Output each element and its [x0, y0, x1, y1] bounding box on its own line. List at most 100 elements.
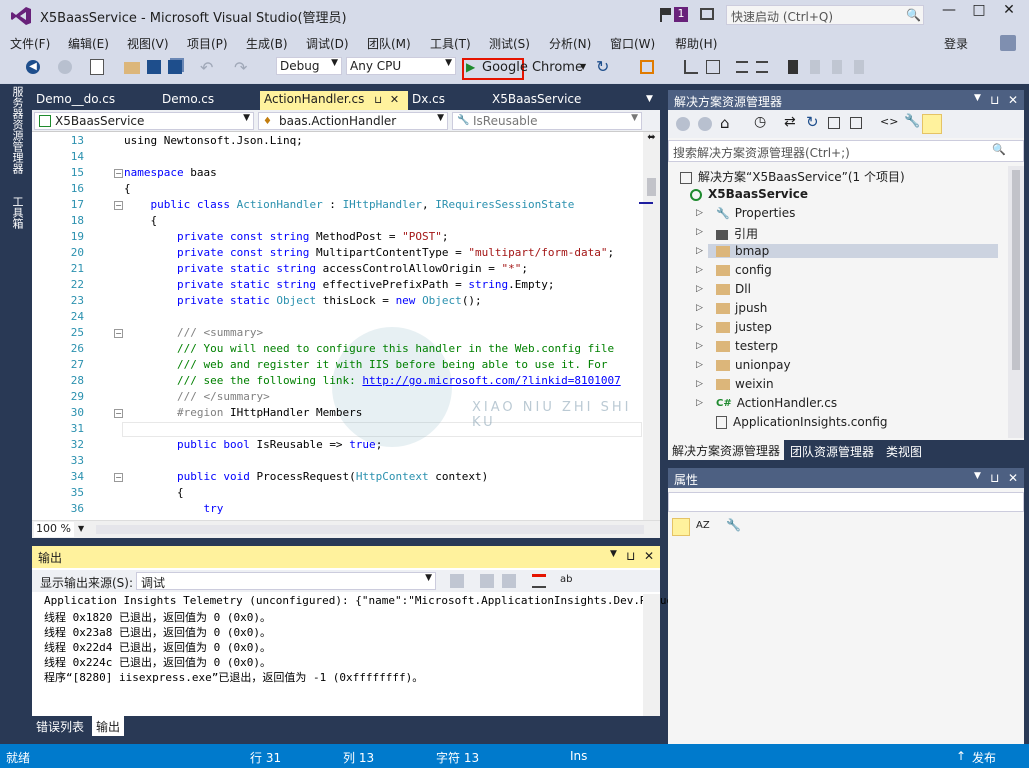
- code-view-icon[interactable]: <>: [880, 115, 898, 128]
- menu-file[interactable]: 文件(F): [10, 35, 50, 52]
- collapse-icon[interactable]: −: [114, 169, 123, 178]
- toolbox-tab[interactable]: 工具箱: [9, 196, 25, 229]
- tab-class-view[interactable]: 类视图: [886, 443, 922, 460]
- tree-item[interactable]: bmap: [708, 244, 998, 258]
- show-files-icon[interactable]: [850, 117, 862, 129]
- panel-menu-icon[interactable]: ▼: [974, 471, 981, 481]
- save-icon[interactable]: [147, 60, 161, 74]
- bookmark-icon[interactable]: [788, 60, 798, 74]
- close-icon[interactable]: ✕: [1008, 93, 1018, 107]
- pin-icon[interactable]: ⊔: [990, 93, 999, 107]
- next-message-icon[interactable]: [502, 574, 516, 588]
- search-icon[interactable]: 🔍: [906, 8, 921, 22]
- project-dropdown[interactable]: X5BaasService ▼: [34, 112, 254, 130]
- expand-arrow-icon[interactable]: ▷: [696, 341, 703, 351]
- prev-message-icon[interactable]: [480, 574, 494, 588]
- close-button[interactable]: ✕: [998, 2, 1020, 22]
- server-explorer-tab[interactable]: 服务器资源管理器: [9, 86, 25, 174]
- panel-menu-icon[interactable]: ▼: [974, 93, 981, 103]
- tree-item[interactable]: 🔧 Properties: [716, 206, 795, 220]
- tab-team-explorer[interactable]: 团队资源管理器: [790, 443, 874, 460]
- menu-build[interactable]: 生成(B): [246, 35, 288, 52]
- class-dropdown[interactable]: ♦ baas.ActionHandler ▼: [258, 112, 448, 130]
- step-icon[interactable]: [684, 60, 698, 74]
- tree-item[interactable]: jpush: [716, 301, 767, 315]
- menu-debug[interactable]: 调试(D): [306, 35, 349, 52]
- preview-icon[interactable]: [922, 114, 942, 134]
- publish-button[interactable]: 发布: [972, 749, 996, 766]
- pin-icon[interactable]: ⊔: [626, 549, 635, 563]
- tree-item[interactable]: testerp: [716, 339, 778, 353]
- properties-object-dropdown[interactable]: [668, 492, 1024, 512]
- publish-up-icon[interactable]: ↑: [956, 749, 966, 763]
- editor-vertical-scrollbar[interactable]: ⬌: [639, 132, 660, 520]
- quick-launch-input[interactable]: 快速启动 (Ctrl+Q): [726, 5, 924, 25]
- tab-actionhandler[interactable]: ActionHandler.cs ⊔ ✕: [260, 91, 408, 110]
- notification-flag-icon[interactable]: [660, 8, 672, 22]
- account-icon[interactable]: [1000, 35, 1016, 51]
- tree-project[interactable]: X5BaasService: [690, 187, 808, 201]
- tab-output[interactable]: 输出: [92, 716, 125, 736]
- word-wrap-icon[interactable]: ab: [560, 574, 572, 585]
- tree-solution-root[interactable]: 解决方案“X5BaasService”(1 个项目): [680, 168, 905, 185]
- menu-help[interactable]: 帮助(H): [675, 35, 717, 52]
- output-source-dropdown[interactable]: 调试 ▼: [136, 572, 436, 590]
- platform-dropdown[interactable]: Any CPU ▼: [346, 57, 456, 75]
- expand-arrow-icon[interactable]: ▷: [696, 284, 703, 294]
- menu-team[interactable]: 团队(M): [367, 35, 411, 52]
- split-icon[interactable]: ⬌: [643, 132, 660, 146]
- feedback-icon[interactable]: [700, 8, 714, 20]
- chevron-down-icon[interactable]: ▼: [580, 62, 586, 71]
- back-icon[interactable]: [676, 117, 690, 131]
- tree-item[interactable]: config: [716, 263, 772, 277]
- align-icon[interactable]: [706, 60, 720, 74]
- expand-arrow-icon[interactable]: ▷: [696, 360, 703, 370]
- notification-count[interactable]: 1: [674, 7, 688, 22]
- forward-icon[interactable]: [698, 117, 712, 131]
- tab-solution-explorer[interactable]: 解决方案资源管理器: [668, 440, 785, 460]
- history-icon[interactable]: ◷: [754, 114, 766, 130]
- clear-all-icon[interactable]: [532, 574, 546, 588]
- uncomment-icon[interactable]: [756, 61, 768, 73]
- chevron-down-icon[interactable]: ▼: [78, 524, 84, 533]
- tab-demo-do[interactable]: Demo__do.cs: [32, 91, 119, 110]
- expand-arrow-icon[interactable]: ▷: [696, 379, 703, 389]
- menu-window[interactable]: 窗口(W): [610, 35, 655, 52]
- horizontal-scrollbar[interactable]: [96, 525, 644, 534]
- scrollbar-thumb[interactable]: [647, 178, 656, 196]
- expand-arrow-icon[interactable]: ▷: [696, 246, 703, 256]
- properties-icon[interactable]: 🔧: [904, 114, 920, 129]
- undo-icon[interactable]: ↶: [200, 58, 213, 77]
- output-vertical-scrollbar[interactable]: [643, 594, 660, 716]
- bookmark-prev-icon[interactable]: [810, 60, 820, 74]
- tab-demo[interactable]: Demo.cs: [158, 91, 218, 110]
- run-target-label[interactable]: Google Chrome: [482, 60, 583, 75]
- close-icon[interactable]: ✕: [1008, 471, 1018, 485]
- menu-view[interactable]: 视图(V): [127, 35, 169, 52]
- search-icon[interactable]: 🔍: [992, 143, 1006, 156]
- tree-item[interactable]: C# ActionHandler.cs: [716, 396, 837, 410]
- pin-icon[interactable]: ⊔: [374, 95, 382, 106]
- pin-icon[interactable]: ⊔: [990, 471, 999, 485]
- categorized-icon[interactable]: [672, 518, 690, 536]
- bookmark-clear-icon[interactable]: [854, 60, 864, 74]
- browser-link-icon[interactable]: [640, 60, 654, 74]
- alphabetical-icon[interactable]: AZ: [696, 520, 710, 531]
- save-all-icon[interactable]: [168, 60, 182, 74]
- expand-arrow-icon[interactable]: ▷: [696, 227, 703, 237]
- panel-menu-icon[interactable]: ▼: [610, 549, 617, 559]
- expand-arrow-icon[interactable]: ▷: [696, 322, 703, 332]
- open-file-icon[interactable]: [124, 62, 140, 74]
- menu-tools[interactable]: 工具(T): [430, 35, 471, 52]
- collapse-icon[interactable]: −: [114, 329, 123, 338]
- tab-x5baasservice[interactable]: X5BaasService: [488, 91, 585, 110]
- login-link[interactable]: 登录: [944, 35, 968, 52]
- menu-test[interactable]: 测试(S): [489, 35, 530, 52]
- menu-edit[interactable]: 编辑(E): [68, 35, 109, 52]
- member-dropdown[interactable]: 🔧 IsReusable ▼: [452, 112, 642, 130]
- forward-icon[interactable]: [58, 60, 72, 74]
- sync-icon[interactable]: ⇄: [784, 114, 796, 130]
- refresh-icon[interactable]: ↻: [806, 113, 819, 131]
- back-icon[interactable]: ◀: [26, 60, 40, 74]
- solution-search-input[interactable]: 搜索解决方案资源管理器(Ctrl+;): [668, 140, 1024, 162]
